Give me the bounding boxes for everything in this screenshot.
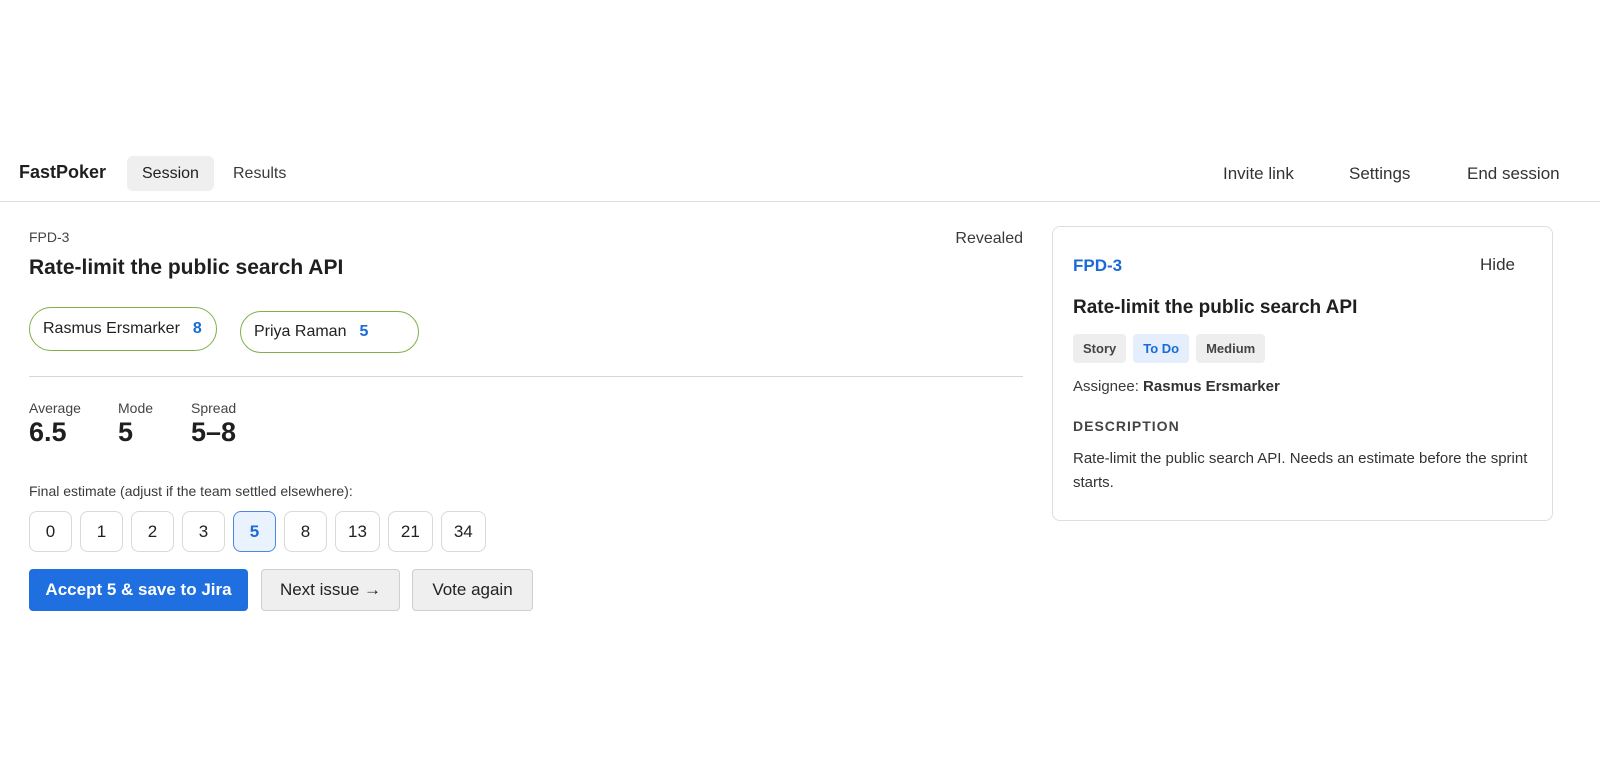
reveal-status: Revealed: [955, 230, 1023, 247]
issue-title: Rate-limit the public search API: [29, 256, 344, 279]
estimate-card[interactable]: 34: [440, 511, 486, 552]
description-heading: DESCRIPTION: [1073, 418, 1180, 434]
stat-value: 6.5: [29, 417, 67, 447]
stat-spread: Spread 5–8: [191, 400, 236, 448]
voter-vote: 5: [359, 323, 369, 340]
section-divider: [29, 376, 1023, 377]
issue-details-panel: FPD-3 Hide Rate-limit the public search …: [1052, 226, 1553, 521]
panel-issue-title: Rate-limit the public search API: [1073, 297, 1358, 318]
description-text: Rate-limit the public search API. Needs …: [1073, 450, 1528, 491]
stat-average: Average 6.5: [29, 400, 81, 448]
brand-logo: FastPoker: [19, 162, 107, 182]
tab-results[interactable]: Results: [218, 156, 301, 191]
estimate-card[interactable]: 1: [80, 511, 123, 552]
issue-status-tag: To Do: [1133, 334, 1190, 363]
assignee-row: Assignee: Rasmus Ersmarker: [1073, 378, 1280, 395]
estimate-card[interactable]: 2: [131, 511, 174, 552]
voter-name: Rasmus Ersmarker: [43, 320, 180, 337]
estimate-card[interactable]: 8: [284, 511, 327, 552]
end-session-button[interactable]: End session: [1467, 156, 1560, 191]
issue-key: FPD-3: [29, 229, 70, 245]
accept-save-button[interactable]: Accept 5 & save to Jira: [29, 569, 248, 611]
stat-label: Mode: [118, 400, 154, 416]
voter-chip: Rasmus Ersmarker 8: [29, 307, 217, 351]
estimate-card[interactable]: 0: [29, 511, 72, 552]
settings-button[interactable]: Settings: [1349, 156, 1410, 191]
stat-mode: Mode 5: [118, 400, 153, 448]
tab-session[interactable]: Session: [127, 156, 214, 191]
issue-tags: Story To Do Medium: [1073, 334, 1266, 363]
top-nav: FastPoker Session Results Invite link Se…: [0, 152, 1600, 202]
next-issue-button[interactable]: Next issue →: [261, 569, 400, 611]
estimate-card-row: 0 1 2 3 5 8 13 21 34: [29, 511, 486, 552]
hide-panel-button[interactable]: Hide: [1480, 255, 1515, 275]
voter-vote: 8: [192, 320, 202, 337]
estimate-card-selected[interactable]: 5: [233, 511, 276, 552]
stat-label: Average: [29, 400, 81, 416]
stat-value: 5–8: [191, 417, 237, 447]
voter-chip: Priya Raman 5: [240, 311, 419, 353]
voter-name: Priya Raman: [254, 323, 347, 340]
panel-issue-key-link[interactable]: FPD-3: [1073, 256, 1122, 276]
issue-type-tag: Story: [1073, 334, 1127, 363]
final-estimate-label: Final estimate (adjust if the team settl…: [29, 483, 353, 499]
stat-label: Spread: [191, 400, 237, 416]
estimate-card[interactable]: 21: [387, 511, 433, 552]
estimate-card[interactable]: 3: [182, 511, 225, 552]
estimate-card[interactable]: 13: [335, 511, 380, 552]
assignee-label: Assignee:: [1073, 378, 1144, 395]
invite-link-button[interactable]: Invite link: [1223, 156, 1294, 191]
vote-again-button[interactable]: Vote again: [412, 569, 533, 611]
issue-priority-tag: Medium: [1196, 334, 1266, 363]
stat-value: 5: [118, 417, 134, 447]
assignee-name: Rasmus Ersmarker: [1143, 378, 1280, 395]
